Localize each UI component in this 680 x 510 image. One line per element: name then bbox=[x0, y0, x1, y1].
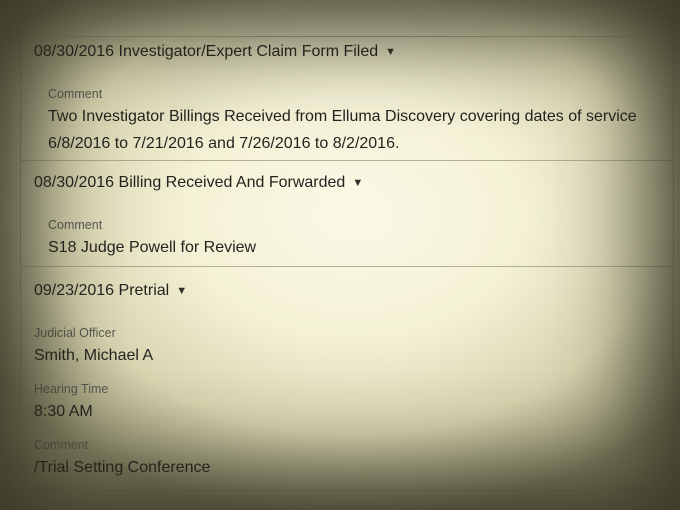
caret-down-icon[interactable]: ▼ bbox=[176, 285, 187, 297]
comment-value: Two Investigator Billings Received from … bbox=[48, 108, 637, 152]
field-label: Comment bbox=[48, 87, 103, 101]
comment-value: /Trial Setting Conference bbox=[34, 459, 211, 476]
comment-label: Comment bbox=[34, 438, 89, 452]
event-heading: 09/23/2016 Pretrial bbox=[34, 282, 170, 299]
case-event: 08/30/2016 Investigator/Expert Claim For… bbox=[21, 36, 673, 161]
event-heading-toggle[interactable]: 08/30/2016 Billing Received And Forwarde… bbox=[34, 170, 363, 196]
caret-down-icon[interactable]: ▼ bbox=[352, 177, 363, 189]
comment-value: S18 Judge Powell for Review bbox=[48, 239, 257, 256]
event-heading: 08/30/2016 Billing Received And Forwarde… bbox=[34, 174, 346, 191]
case-event: 08/30/2016 Billing Received And Forwarde… bbox=[21, 160, 673, 267]
field-label: Comment bbox=[48, 218, 103, 232]
hearing-time-value: 8:30 AM bbox=[34, 403, 93, 420]
judicial-officer-label: Judicial Officer bbox=[34, 326, 116, 340]
event-heading-toggle[interactable]: 08/30/2016 Investigator/Expert Claim For… bbox=[34, 39, 396, 65]
event-heading-toggle[interactable]: 09/23/2016 Pretrial ▼ bbox=[34, 278, 187, 304]
hearing-time-label: Hearing Time bbox=[34, 382, 109, 396]
screen: 08/30/2016 Investigator/Expert Claim For… bbox=[0, 0, 680, 510]
case-events-panel: 08/30/2016 Investigator/Expert Claim For… bbox=[20, 0, 674, 491]
case-event: 09/23/2016 Pretrial ▼ Judicial Officer S… bbox=[21, 266, 673, 491]
judicial-officer-value: Smith, Michael A bbox=[34, 347, 154, 364]
caret-down-icon[interactable]: ▼ bbox=[385, 46, 396, 58]
event-heading: 08/30/2016 Investigator/Expert Claim For… bbox=[34, 43, 379, 60]
